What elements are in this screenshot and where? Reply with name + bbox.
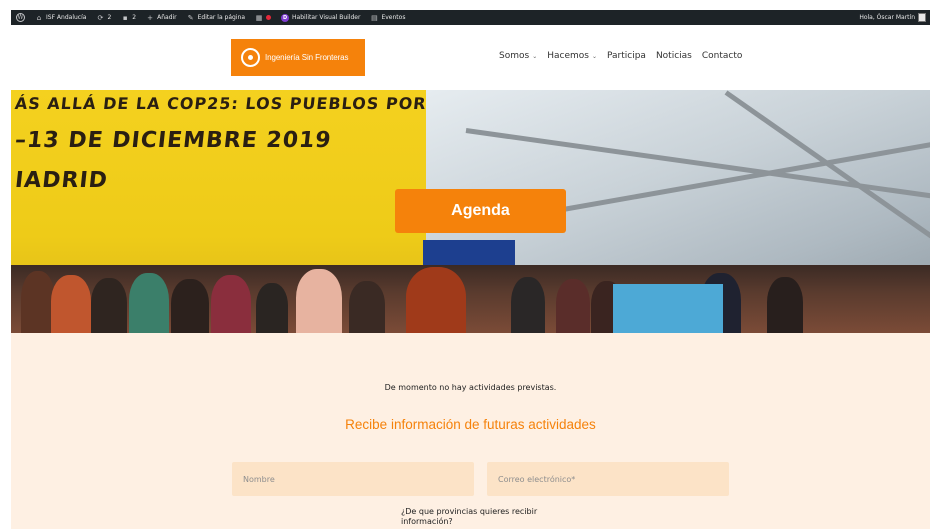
nav-label-participa: Participa <box>606 51 646 61</box>
site-name-link[interactable]: ⌂ ISF Andalucía <box>30 10 91 25</box>
comment-icon: ▪ <box>122 13 128 22</box>
main-nav: Somos ⌄ Hacemos ⌄ Participa Noticias Con… <box>499 51 742 61</box>
chevron-down-icon: ⌄ <box>591 52 597 60</box>
person-figure <box>211 275 251 333</box>
admin-bar: W ⌂ ISF Andalucía ⟳ 2 ▪ 2 + Añadir ✎ Edi… <box>11 10 930 25</box>
plus-icon: + <box>147 13 154 22</box>
seo-icon: ▦ <box>255 13 263 22</box>
calendar-icon: ▤ <box>371 13 378 22</box>
person-figure <box>296 269 342 333</box>
banner-line-3: IADRID <box>13 168 110 193</box>
nav-label-somos: Somos <box>499 51 530 61</box>
comments-count: 2 <box>132 14 137 21</box>
content-section: De momento no hay actividades previstas.… <box>11 333 930 529</box>
updates-count: 2 <box>107 14 112 21</box>
person-figure <box>349 281 385 333</box>
site-name-label: ISF Andalucía <box>46 14 87 21</box>
edit-page-link[interactable]: ✎ Editar la página <box>182 10 250 25</box>
crowd-image <box>11 265 930 333</box>
edit-page-label: Editar la página <box>197 14 246 21</box>
logo-text: Ingeniería Sin Fronteras <box>265 53 349 62</box>
logo-circle-icon <box>241 48 260 67</box>
visual-builder-label: Habilitar Visual Builder <box>292 14 361 21</box>
person-figure <box>171 279 209 333</box>
person-figure <box>556 279 590 333</box>
chevron-down-icon: ⌄ <box>532 52 538 60</box>
account-menu[interactable]: Hola, Óscar Martín <box>859 13 930 22</box>
add-new-link[interactable]: + Añadir <box>141 10 182 25</box>
dashboard-icon: ⌂ <box>36 13 42 22</box>
wordpress-menu[interactable]: W <box>11 10 30 25</box>
nav-item-contacto[interactable]: Contacto <box>702 51 743 61</box>
person-figure <box>129 273 169 333</box>
comments-link[interactable]: ▪ 2 <box>116 10 141 25</box>
site-logo[interactable]: Ingeniería Sin Fronteras <box>231 39 365 76</box>
pencil-icon: ✎ <box>187 13 194 22</box>
person-figure <box>91 278 127 333</box>
provinces-question: ¿De que provincias quieres recibir infor… <box>401 507 538 526</box>
nav-label-hacemos: Hacemos <box>547 51 589 61</box>
person-figure <box>256 283 288 333</box>
avatar <box>918 13 926 22</box>
person-figure <box>406 267 466 333</box>
add-new-label: Añadir <box>157 14 177 21</box>
name-placeholder: Nombre <box>243 474 275 484</box>
site-header: Ingeniería Sin Fronteras Somos ⌄ Hacemos… <box>11 25 930 90</box>
agenda-button[interactable]: Agenda <box>395 189 566 233</box>
nav-label-noticias: Noticias <box>655 51 692 61</box>
nav-item-hacemos[interactable]: Hacemos ⌄ <box>547 51 597 61</box>
person-figure <box>21 271 55 333</box>
nav-item-participa[interactable]: Participa <box>607 51 646 61</box>
banner-flag-image <box>613 284 723 333</box>
events-link[interactable]: ▤ Eventos <box>365 10 410 25</box>
divi-icon: D <box>281 13 290 22</box>
nav-label-contacto: Contacto <box>701 51 743 61</box>
banner-line-2: –13 DE DICIEMBRE 2019 <box>13 128 333 153</box>
refresh-icon: ⟳ <box>97 13 104 22</box>
events-label: Eventos <box>381 14 406 21</box>
tent-beam <box>724 90 930 244</box>
email-placeholder: Correo electrónico* <box>498 474 576 484</box>
nav-item-noticias[interactable]: Noticias <box>656 51 692 61</box>
person-figure <box>51 275 91 333</box>
updates-link[interactable]: ⟳ 2 <box>91 10 116 25</box>
wordpress-logo-icon: W <box>16 13 25 22</box>
greeting-label: Hola, Óscar Martín <box>859 14 915 21</box>
seo-menu[interactable]: ▦ <box>250 10 276 25</box>
person-figure <box>511 277 545 333</box>
seo-status-dot-icon <box>266 15 272 20</box>
nav-item-somos[interactable]: Somos ⌄ <box>499 51 537 61</box>
visual-builder-link[interactable]: D Habilitar Visual Builder <box>276 10 365 25</box>
name-field[interactable]: Nombre <box>232 462 474 496</box>
newsletter-heading: Recibe información de futuras actividade… <box>345 417 596 432</box>
email-field[interactable]: Correo electrónico* <box>487 462 729 496</box>
hero-image: ÁS ALLÁ DE LA COP25: LOS PUEBLOS POR EL … <box>11 90 930 333</box>
person-figure <box>767 277 803 333</box>
no-activities-text: De momento no hay actividades previstas. <box>384 383 557 392</box>
